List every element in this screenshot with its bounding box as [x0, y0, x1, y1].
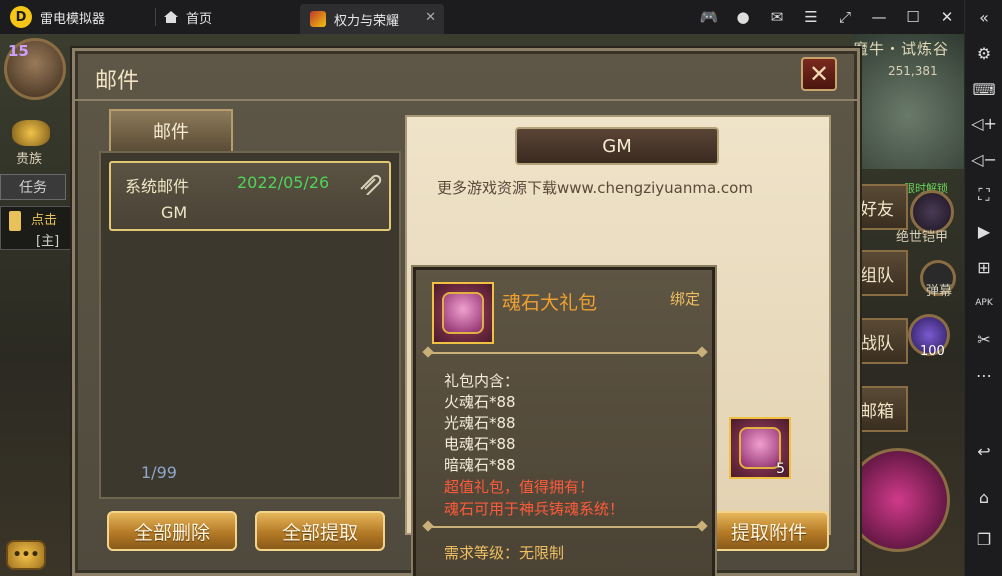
delete-all-button[interactable]: 全部删除: [107, 511, 237, 551]
map-name: 魔牛・试炼谷: [853, 40, 950, 58]
extract-attachment-button[interactable]: 提取附件: [709, 511, 829, 551]
emulator-titlebar: D 雷电模拟器 首页 权力与荣耀 ✕ 🎮 ● ✉ ☰ ⤢ — ☐ ✕: [0, 0, 964, 34]
noble-label: 贵族: [16, 152, 43, 167]
apk-install-icon[interactable]: APK: [965, 288, 1002, 318]
mail-title: 邮件: [95, 69, 140, 94]
account-icon[interactable]: ●: [726, 0, 760, 34]
record-icon[interactable]: ▶: [965, 216, 1002, 246]
item-name: 魂石大礼包: [502, 292, 598, 314]
mail-sender-header: GM: [515, 127, 719, 165]
android-home-icon[interactable]: ⌂: [965, 482, 1002, 512]
tooltip-line: 暗魂石*88: [444, 456, 516, 474]
tooltip-line: 火魂石*88: [444, 393, 516, 411]
fullscreen-icon[interactable]: ⤢: [828, 0, 862, 34]
tooltip-line: 电魂石*88: [444, 435, 516, 453]
tooltip-item-slot: [432, 282, 494, 344]
quest-subtext: [主]: [36, 234, 60, 249]
mail-body: 更多游戏资源下载www.chengziyuanma.com: [437, 179, 753, 197]
mail-header: 邮件 ✕: [75, 51, 857, 101]
paperclip-icon: [360, 174, 382, 195]
chat-more-icon[interactable]: •••: [6, 540, 46, 570]
attack-skill-icon[interactable]: [846, 448, 950, 552]
close-window-icon[interactable]: ✕: [930, 0, 964, 34]
game-tab[interactable]: 权力与荣耀 ✕: [300, 4, 444, 34]
add-window-icon[interactable]: ⊞: [965, 252, 1002, 282]
map-coords: 251,381: [888, 64, 938, 78]
player-level: 15: [8, 42, 29, 60]
close-mail-button[interactable]: ✕: [801, 57, 837, 91]
home-tab[interactable]: 首页: [164, 8, 294, 27]
task-tab[interactable]: 任务: [0, 174, 66, 200]
back-icon[interactable]: ↩: [965, 436, 1002, 466]
equip-label: 绝世铠甲: [896, 230, 949, 245]
exclamation-icon: [9, 211, 21, 231]
gamepad-icon[interactable]: 🎮: [692, 0, 726, 34]
attachment-count: 5: [776, 461, 785, 477]
game-tab-label: 权力与荣耀: [334, 13, 400, 29]
potion-count: 100: [920, 344, 945, 359]
extract-all-button[interactable]: 全部提取: [255, 511, 385, 551]
tooltip-line: 礼包内含：: [444, 372, 520, 390]
settings-icon[interactable]: ⚙: [965, 38, 1002, 68]
volume-down-icon[interactable]: ◁−: [965, 144, 1002, 174]
tab-mail[interactable]: 邮件: [109, 109, 233, 151]
mail-icon[interactable]: ✉: [760, 0, 794, 34]
bind-status: 绑定: [670, 290, 701, 308]
tooltip-divider: [426, 352, 704, 354]
tooltip-highlight-line: 魂石可用于神兵铸魂系统！: [444, 500, 625, 518]
emulator-logo-icon: D: [10, 6, 32, 28]
collapse-sidebar-icon[interactable]: «: [965, 2, 1002, 32]
attachment-slot[interactable]: 5: [729, 417, 791, 479]
emulator-sidebar: « ⚙ ⌨ ◁+ ◁− ⛶ ▶ ⊞ APK ✂ ⋯ ↩ ⌂ ❐: [964, 0, 1002, 576]
keyboard-icon[interactable]: ⌨: [965, 74, 1002, 104]
tooltip-line: 光魂石*88: [444, 414, 516, 432]
mail-sender: GM: [161, 203, 188, 222]
minimize-icon[interactable]: —: [862, 0, 896, 34]
mail-type: 系统邮件: [125, 177, 190, 196]
maximize-icon[interactable]: ☐: [896, 0, 930, 34]
gift-box-icon: [739, 427, 781, 469]
emulator-app-name: 雷电模拟器: [40, 11, 106, 27]
quest-text: 点击: [31, 213, 58, 228]
recent-apps-icon[interactable]: ❐: [965, 524, 1002, 554]
titlebar-divider: [155, 8, 156, 26]
bullet-label: 弹幕: [926, 284, 953, 299]
mail-date: 2022/05/26: [237, 173, 330, 192]
mail-dialog: 邮件 ✕ 邮件 系统邮件 2022/05/26 GM 1/99 全部删除 全部提…: [72, 48, 860, 576]
mail-list: 系统邮件 2022/05/26 GM 1/99: [99, 151, 401, 499]
home-tab-label: 首页: [186, 11, 213, 27]
item-tooltip: 魂石大礼包 绑定 礼包内含： 火魂石*88 光魂石*88 电魂石*88 暗魂石*…: [413, 267, 715, 576]
home-icon: [164, 11, 178, 23]
mail-list-item[interactable]: 系统邮件 2022/05/26 GM: [109, 161, 391, 231]
page-count: 1/99: [141, 463, 177, 482]
more-icon[interactable]: ⋯: [965, 360, 1002, 390]
game-viewport: 15 贵族 任务 点击 [主] ••• 魔牛・试炼谷 251,381 限时解锁 …: [0, 34, 964, 576]
game-app-icon: [310, 11, 326, 27]
scissors-icon[interactable]: ✂: [965, 324, 1002, 354]
tooltip-divider: [426, 526, 704, 528]
menu-icon[interactable]: ☰: [794, 0, 828, 34]
volume-up-icon[interactable]: ◁+: [965, 108, 1002, 138]
gift-box-icon: [442, 292, 484, 334]
close-tab-icon[interactable]: ✕: [425, 10, 436, 25]
noble-treasure-icon[interactable]: [12, 120, 50, 146]
tooltip-highlight-line: 超值礼包，值得拥有！: [444, 478, 595, 496]
level-requirement: 需求等级：无限制: [444, 544, 565, 562]
screen-capture-icon[interactable]: ⛶: [965, 180, 1002, 210]
